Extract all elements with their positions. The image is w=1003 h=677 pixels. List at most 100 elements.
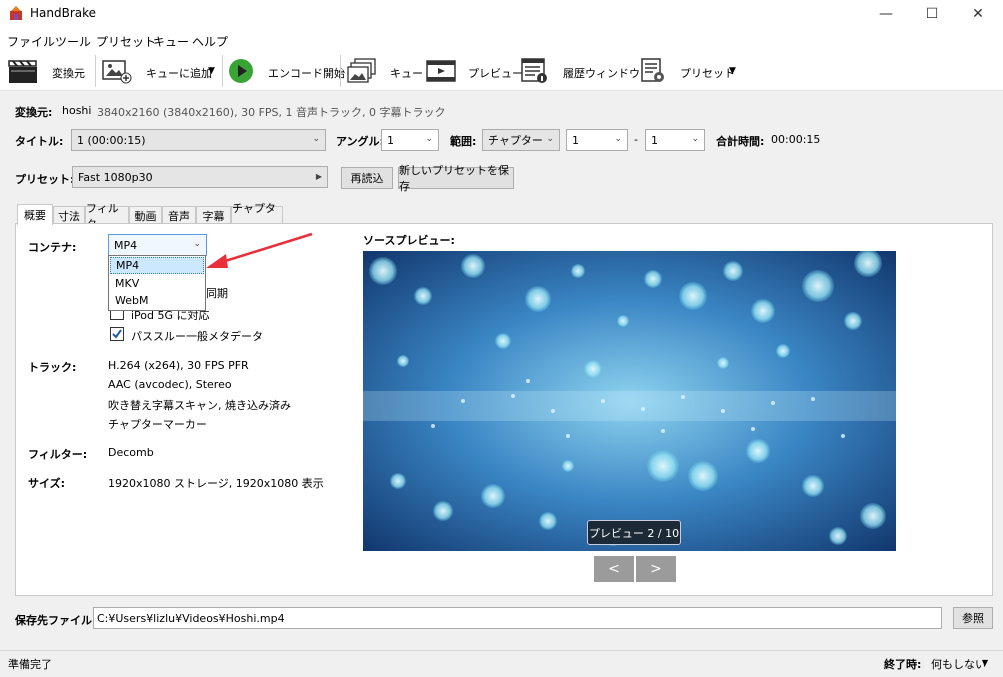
play-icon[interactable] xyxy=(228,58,254,84)
tab-filters[interactable]: フィルタ xyxy=(85,202,129,231)
menu-queue[interactable]: キュー xyxy=(153,33,189,50)
add-to-queue-button[interactable]: キューに追加 xyxy=(146,65,212,81)
range-start-value: 1 xyxy=(572,133,579,147)
range-separator: - xyxy=(634,133,638,146)
when-done-label: 終了時: xyxy=(884,658,922,671)
check-icon xyxy=(112,329,122,339)
angle-select-value: 1 xyxy=(387,133,394,147)
align-av-label: 同期 xyxy=(206,287,228,300)
container-dropdown-list: MP4 MKV WebM xyxy=(108,255,206,311)
queue-button[interactable]: キュー xyxy=(390,65,423,81)
tab-chapters[interactable]: チャプター xyxy=(231,202,283,231)
browse-button[interactable]: 参照 xyxy=(953,607,993,629)
tab-dimensions[interactable]: 寸法 xyxy=(53,206,85,224)
range-label: 範囲: xyxy=(450,135,477,148)
chevron-down-icon[interactable]: ▼ xyxy=(982,658,988,667)
presets-button[interactable]: プリセット xyxy=(680,65,735,81)
when-done-select[interactable]: 何もしない xyxy=(931,656,986,672)
chevron-down-icon: ⌄ xyxy=(546,134,554,144)
preview-counter: プレビュー 2 / 10 xyxy=(587,520,681,545)
destination-path-input[interactable]: C:¥Users¥lizlu¥Videos¥Hoshi.mp4 xyxy=(93,607,942,629)
source-button[interactable]: 変換元 xyxy=(52,65,85,81)
minimize-button[interactable]: — xyxy=(863,0,909,27)
chevron-down-icon: ⌄ xyxy=(614,134,622,144)
reload-preset-button[interactable]: 再読込 xyxy=(341,167,393,189)
passthru-label: パススルー一般メタデータ xyxy=(131,330,263,343)
maximize-button[interactable]: ☐ xyxy=(909,0,955,27)
toolbar-separator xyxy=(340,55,341,87)
chevron-down-icon[interactable]: ▼ xyxy=(208,66,215,76)
preset-select-value: Fast 1080p30 xyxy=(78,170,153,184)
source-preview-image xyxy=(363,251,896,551)
title-select[interactable]: 1 (00:00:15) ⌄ xyxy=(71,129,326,151)
range-type-value: チャプター xyxy=(488,134,543,147)
tab-subtitles[interactable]: 字幕 xyxy=(196,206,231,224)
duration-label: 合計時間: xyxy=(716,135,765,148)
start-encode-button[interactable]: エンコード開始 xyxy=(268,65,345,81)
presets-icon[interactable] xyxy=(640,58,668,84)
container-select[interactable]: MP4 ⌄ xyxy=(108,234,207,256)
source-label: 変換元: xyxy=(15,106,53,119)
tab-audio[interactable]: 音声 xyxy=(162,206,196,224)
preset-select[interactable]: Fast 1080p30 ▶ xyxy=(72,166,328,188)
add-to-queue-icon[interactable] xyxy=(102,58,132,84)
menu-presets[interactable]: プリセット xyxy=(96,33,156,50)
container-label: コンテナ: xyxy=(28,241,77,254)
container-option-webm[interactable]: WebM xyxy=(110,292,204,309)
range-end-value: 1 xyxy=(651,133,658,147)
menu-tools[interactable]: ツール xyxy=(55,33,91,50)
chevron-down-icon: ⌄ xyxy=(312,134,320,144)
range-type-select[interactable]: チャプター ⌄ xyxy=(482,129,560,151)
source-info: 3840x2160 (3840x2160), 30 FPS, 1 音声トラック,… xyxy=(97,106,446,119)
activity-log-icon[interactable] xyxy=(520,58,548,84)
tab-summary[interactable]: 概要 xyxy=(17,204,53,225)
source-preview-label: ソースプレビュー: xyxy=(363,234,455,247)
tracks-label: トラック: xyxy=(28,361,77,374)
queue-icon[interactable] xyxy=(347,58,376,84)
track-item: H.264 (x264), 30 FPS PFR xyxy=(108,359,249,372)
filters-value: Decomb xyxy=(108,446,154,459)
title-bar xyxy=(0,0,1003,27)
filters-label: フィルター: xyxy=(28,448,88,461)
handbrake-logo-icon xyxy=(8,5,24,21)
status-text: 準備完了 xyxy=(8,658,52,671)
chevron-down-icon: ⌄ xyxy=(691,134,699,144)
range-start-select[interactable]: 1 ⌄ xyxy=(566,129,628,151)
source-name: hoshi xyxy=(62,104,92,117)
passthru-checkbox[interactable] xyxy=(110,327,124,341)
track-item: 吹き替え字幕スキャン, 焼き込み済み xyxy=(108,399,291,412)
activity-log-button[interactable]: 履歴ウィンドウ xyxy=(563,65,640,81)
title-label: タイトル: xyxy=(15,135,64,148)
angle-label: アングル: xyxy=(336,135,384,148)
angle-select[interactable]: 1 ⌄ xyxy=(381,129,439,151)
range-end-select[interactable]: 1 ⌄ xyxy=(645,129,705,151)
tab-video[interactable]: 動画 xyxy=(129,206,162,224)
size-value: 1920x1080 ストレージ, 1920x1080 表示 xyxy=(108,477,324,490)
chevron-down-icon[interactable]: ▼ xyxy=(729,66,736,76)
title-select-value: 1 (00:00:15) xyxy=(77,133,146,147)
save-new-preset-button[interactable]: 新しいプリセットを保存 xyxy=(398,164,514,193)
chevron-right-icon: ▶ xyxy=(315,172,322,181)
status-bar xyxy=(0,650,1003,677)
menu-file[interactable]: ファイル xyxy=(7,33,55,50)
preview-icon[interactable] xyxy=(426,58,456,84)
container-option-mkv[interactable]: MKV xyxy=(110,275,204,292)
preview-prev-button[interactable]: < xyxy=(594,556,634,582)
toolbar-separator xyxy=(222,55,223,87)
menu-help[interactable]: ヘルプ xyxy=(192,33,228,50)
preset-label: プリセット: xyxy=(15,173,75,186)
clapperboard-icon[interactable] xyxy=(8,58,37,84)
destination-label: 保存先ファイル: xyxy=(15,614,97,627)
size-label: サイズ: xyxy=(28,477,66,490)
container-option-mp4[interactable]: MP4 xyxy=(110,257,204,274)
toolbar-separator xyxy=(95,55,96,87)
close-button[interactable]: ✕ xyxy=(955,0,1001,27)
chevron-down-icon: ⌄ xyxy=(425,134,433,144)
preview-button[interactable]: プレビュー xyxy=(468,65,523,81)
window-title: HandBrake xyxy=(30,6,97,20)
duration-value: 00:00:15 xyxy=(771,133,821,146)
annotation-arrow-icon xyxy=(206,232,313,268)
track-item: AAC (avcodec), Stereo xyxy=(108,378,232,391)
preview-next-button[interactable]: > xyxy=(636,556,676,582)
track-item: チャプターマーカー xyxy=(108,418,207,431)
